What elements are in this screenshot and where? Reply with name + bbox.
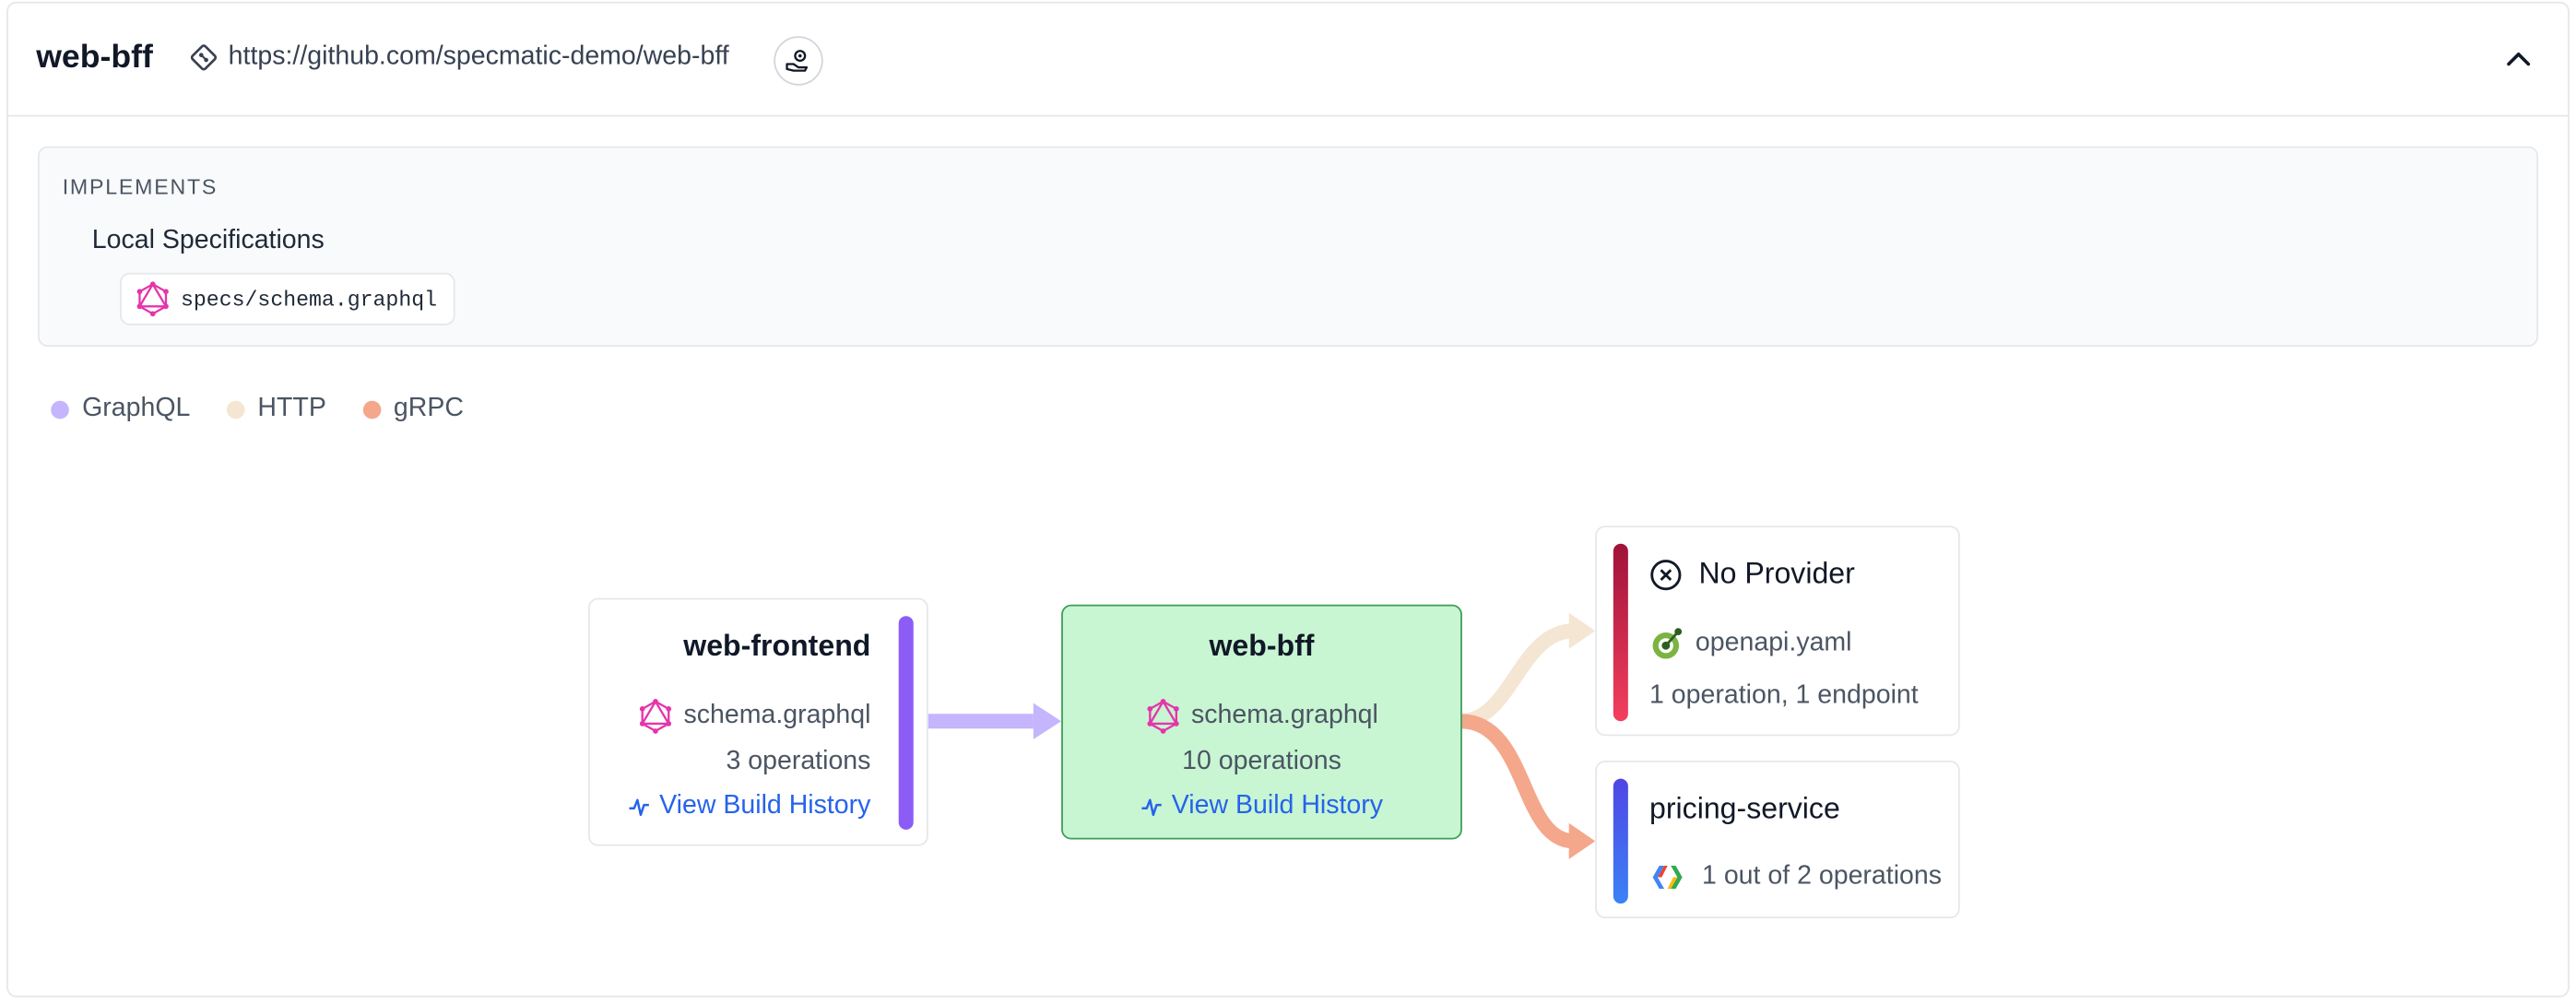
http-connector (1459, 623, 1575, 729)
node-name: web-frontend (683, 629, 871, 663)
node-accent-bar (898, 616, 914, 830)
node-accent-bar (1613, 778, 1628, 904)
dependency-connectors (928, 612, 1596, 859)
node-name: web-bff (1209, 629, 1315, 663)
node-web-bff[interactable]: web-bff schema.graphql 10 operations Vie… (1061, 604, 1462, 840)
spec-name: schema.graphql (683, 701, 871, 730)
openapi-icon (1652, 628, 1683, 659)
node-ops-row: 1 out of 2 operations (1649, 861, 1942, 894)
graphql-icon (640, 699, 672, 734)
node-no-provider[interactable]: No Provider openapi.yaml 1 operation, 1 … (1595, 526, 1960, 737)
operations-count: 1 out of 2 operations (1702, 862, 1943, 891)
operations-count: 10 operations (1182, 747, 1341, 776)
spec-name: schema.graphql (1191, 701, 1378, 730)
node-spec: openapi.yaml (1649, 626, 1852, 662)
node-title-row: No Provider (1649, 557, 1855, 591)
activity-icon (630, 798, 650, 817)
grpc-icon (1652, 866, 1683, 890)
grpc-arrowhead (1568, 822, 1596, 859)
view-build-history-link[interactable]: View Build History (1063, 792, 1460, 821)
service-panel: web-bff https://github.com/specmatic-dem… (6, 1, 2570, 998)
activity-icon (1141, 798, 1163, 817)
link-label: View Build History (659, 791, 871, 821)
operations-count: 1 operation, 1 endpoint (1649, 681, 1919, 710)
node-web-frontend[interactable]: web-frontend schema.graphql 3 operations… (587, 597, 928, 846)
node-spec: schema.graphql (1063, 698, 1460, 734)
node-name: No Provider (1698, 557, 1855, 590)
node-spec: schema.graphql (638, 698, 871, 734)
view-build-history-link[interactable]: View Build History (628, 792, 870, 821)
close-circle-icon (1650, 559, 1682, 590)
graphql-arrowhead (1033, 703, 1062, 739)
http-arrowhead (1568, 612, 1596, 649)
graphql-icon (1147, 699, 1179, 734)
node-pricing-service[interactable]: pricing-service 1 out of 2 operations (1595, 761, 1960, 919)
node-accent-bar (1613, 543, 1628, 722)
node-name: pricing-service (1649, 791, 1840, 825)
grpc-connector (1459, 714, 1575, 849)
operations-count: 3 operations (726, 747, 871, 776)
link-label: View Build History (1171, 791, 1384, 821)
spec-name: openapi.yaml (1695, 629, 1852, 657)
